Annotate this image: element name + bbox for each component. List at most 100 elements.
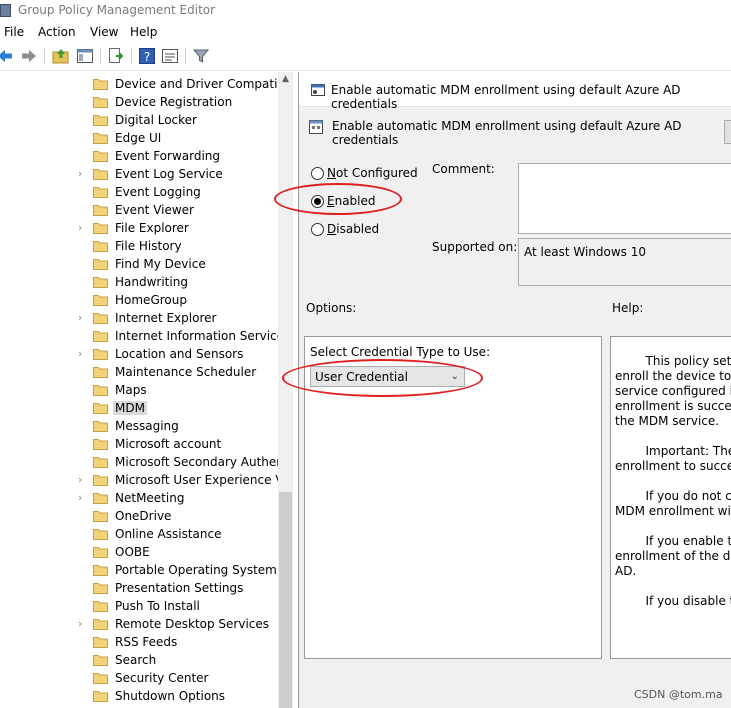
tree-item-label: OneDrive [115, 509, 172, 523]
toolbar: ? [0, 43, 731, 71]
tree-item[interactable]: Event Viewer [0, 201, 278, 219]
folder-icon [93, 691, 108, 702]
scroll-up-arrow-icon[interactable]: ▲ [278, 74, 293, 84]
credential-highlight-annotation [282, 359, 483, 397]
tree-item[interactable]: Microsoft Secondary Authentic [0, 453, 293, 471]
menu-view[interactable]: View [90, 25, 118, 39]
tree-item[interactable]: Maps [0, 381, 278, 399]
tree-item[interactable]: Shutdown Options [0, 687, 278, 705]
folder-icon [93, 241, 108, 252]
tree-item[interactable]: › Remote Desktop Services [0, 615, 278, 633]
folder-icon [93, 565, 108, 576]
tree-item-label: Edge UI [115, 131, 162, 145]
disabled-label[interactable]: Disabled [327, 222, 379, 236]
folder-icon [93, 637, 108, 648]
help-text-line: MDM enrollment will n [615, 504, 731, 518]
menu-file[interactable]: File [4, 25, 24, 39]
chevron-right-icon[interactable]: › [78, 347, 82, 360]
back-icon[interactable] [0, 47, 14, 65]
chevron-right-icon[interactable]: › [78, 491, 82, 504]
tree-item-label: Internet Information Services [115, 329, 291, 343]
chevron-right-icon[interactable]: › [78, 311, 82, 324]
tree-item-label: Microsoft account [115, 437, 222, 451]
tree-item[interactable]: Event Forwarding [0, 147, 278, 165]
tree-scrollbar[interactable]: ▲ [278, 72, 293, 708]
tree-item[interactable]: File History [0, 237, 278, 255]
help-label: Help: [612, 301, 644, 315]
tree-item[interactable]: Online Assistance [0, 525, 278, 543]
setting-icon [309, 120, 323, 134]
folder-icon [93, 151, 108, 162]
menu-help[interactable]: Help [130, 25, 157, 39]
tree-item-label: Location and Sensors [115, 347, 244, 361]
tree-item[interactable]: Edge UI [0, 129, 278, 147]
tree-item[interactable]: Push To Install [0, 597, 278, 615]
tree-item-label: RSS Feeds [115, 635, 178, 649]
export-list-icon[interactable] [107, 47, 125, 65]
tree-item[interactable]: Search [0, 651, 278, 669]
tree-item[interactable]: Presentation Settings [0, 579, 278, 597]
tree-item[interactable]: HomeGroup [0, 291, 278, 309]
not-configured-radio[interactable] [311, 167, 324, 180]
tree-item[interactable]: Find My Device [0, 255, 278, 273]
tree-item-label: OOBE [115, 545, 150, 559]
forward-icon[interactable] [20, 47, 38, 65]
properties-icon[interactable] [161, 47, 179, 65]
toolbar-separator [131, 48, 132, 64]
chevron-right-icon[interactable]: › [78, 167, 82, 180]
tree-item-label: Search [115, 653, 157, 667]
chevron-right-icon[interactable]: › [78, 617, 82, 630]
tree-item[interactable]: Messaging [0, 417, 278, 435]
chevron-right-icon[interactable]: › [78, 221, 82, 234]
dialog-title: Enable automatic MDM enrollment using de… [331, 83, 681, 111]
tree-item[interactable]: OneDrive [0, 507, 278, 525]
toolbar-separator [185, 48, 186, 64]
folder-icon [93, 331, 108, 342]
folder-icon [93, 133, 108, 144]
not-configured-label[interactable]: Not Configured [327, 166, 418, 180]
tree-item[interactable]: › Event Log Service [0, 165, 278, 183]
help-text-line: enrollment is successf [615, 399, 731, 413]
help-icon[interactable]: ? [138, 47, 156, 65]
tree-item[interactable]: Security Center [0, 669, 278, 687]
chevron-right-icon[interactable]: › [78, 473, 82, 486]
tree-item[interactable]: › Location and Sensors [0, 345, 278, 363]
tree-item[interactable]: MDM [0, 399, 278, 417]
policy-setting-icon [311, 84, 325, 96]
help-text-line: Important: The [615, 444, 731, 458]
tree-item[interactable]: OOBE [0, 543, 278, 561]
folder-icon [93, 169, 108, 180]
tree-item[interactable]: Device Registration [0, 93, 278, 111]
tree-item-label: File Explorer [115, 221, 189, 235]
filter-icon[interactable] [192, 47, 210, 65]
tree-item[interactable]: Handwriting [0, 273, 278, 291]
tree-item[interactable]: Digital Locker [0, 111, 278, 129]
tree-item[interactable]: › Internet Explorer [0, 309, 278, 327]
folder-icon [93, 619, 108, 630]
folder-icon [93, 403, 108, 414]
up-folder-icon[interactable] [52, 47, 70, 65]
menu-action[interactable]: Action [38, 25, 76, 39]
tree-item[interactable]: › NetMeeting [0, 489, 278, 507]
tree-item[interactable]: Event Logging [0, 183, 278, 201]
folder-icon [93, 349, 108, 360]
tree-item[interactable]: Internet Information Services [0, 327, 290, 345]
tree-item[interactable]: Maintenance Scheduler [0, 363, 278, 381]
tree-item-label: Event Viewer [115, 203, 194, 217]
scroll-thumb[interactable] [279, 492, 292, 708]
disabled-radio[interactable] [311, 223, 324, 236]
tree-item[interactable]: Portable Operating System [0, 561, 278, 579]
previous-setting-button[interactable] [724, 120, 731, 144]
tree-item[interactable]: › File Explorer [0, 219, 278, 237]
comment-textarea[interactable] [518, 163, 731, 234]
tree-item[interactable]: Microsoft account [0, 435, 278, 453]
tree-item[interactable]: Device and Driver Compatibilit [0, 75, 293, 93]
tree-item-label: Find My Device [115, 257, 206, 271]
folder-icon [93, 601, 108, 612]
tree-item-label: Microsoft Secondary Authentic [115, 455, 293, 469]
tree-item[interactable]: RSS Feeds [0, 633, 278, 651]
tree-item[interactable]: › Microsoft User Experience Virtu [0, 471, 293, 489]
tree-item-label: Remote Desktop Services [115, 617, 270, 631]
show-hide-tree-icon[interactable] [76, 47, 94, 65]
folder-icon [93, 223, 108, 234]
